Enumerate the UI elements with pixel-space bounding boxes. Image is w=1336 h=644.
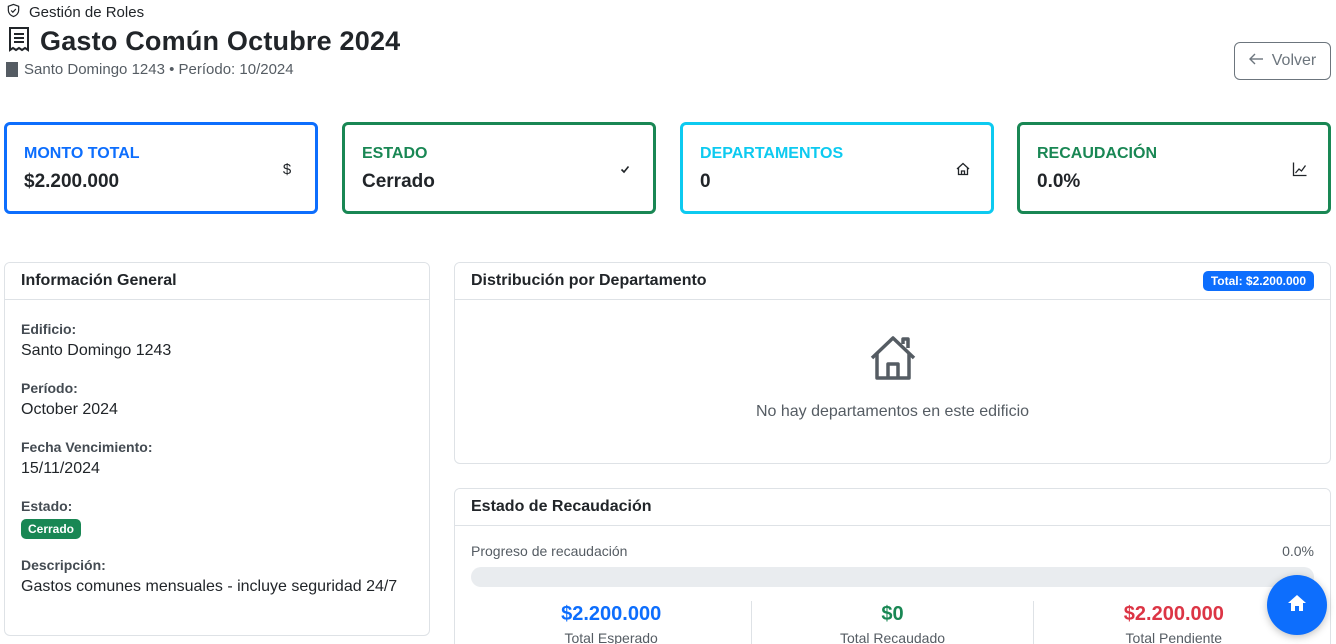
distribucion-card: Distribución por Departamento Total: $2.…	[454, 262, 1331, 464]
dollar-icon: $	[282, 160, 292, 178]
stat-card-monto-total: Monto Total $2.200.000 $	[4, 122, 318, 214]
card-header: Estado de Recaudación	[455, 489, 1330, 526]
chart-line-icon	[1292, 161, 1308, 177]
stat-card-recaudacion: Recaudación 0.0%	[1017, 122, 1331, 214]
stat-card-estado: Estado Cerrado	[342, 122, 656, 214]
total-badge: Total: $2.200.000	[1202, 271, 1314, 291]
summary-label: Total Esperado	[564, 630, 658, 644]
info-item-estado: Estado: Cerrado	[21, 497, 413, 539]
stat-label: Monto Total	[24, 145, 140, 162]
info-value: October 2024	[21, 401, 118, 418]
progress-bar	[471, 567, 1314, 587]
summary-recaudado: $0 Total Recaudado	[752, 601, 1034, 644]
progress-label: Progreso de recaudación	[471, 543, 628, 559]
progress-percent: 0.0%	[1282, 543, 1314, 559]
empty-state: No hay departamentos en este edificio	[455, 300, 1330, 421]
info-value: 15/11/2024	[21, 460, 100, 477]
subtitle-text: Santo Domingo 1243 • Período: 10/2024	[24, 61, 294, 78]
info-item-edificio: Edificio: Santo Domingo 1243	[21, 320, 413, 362]
info-item-periodo: Período: October 2024	[21, 379, 413, 421]
card-title: Distribución por Departamento	[471, 272, 707, 289]
stat-card-departamentos: Departamentos 0	[680, 122, 994, 214]
card-title: Información General	[21, 272, 177, 289]
info-label: Edificio:	[21, 321, 77, 337]
stat-label: Departamentos	[700, 145, 844, 162]
stat-value: 0	[700, 171, 711, 192]
summary-row: $2.200.000 Total Esperado $0 Total Recau…	[471, 601, 1314, 644]
info-item-descripcion: Descripción: Gastos comunes mensuales - …	[21, 556, 413, 598]
house-icon	[868, 332, 918, 387]
back-button[interactable]: Volver	[1234, 42, 1331, 80]
summary-esperado: $2.200.000 Total Esperado	[471, 601, 753, 644]
progress-header: Progreso de recaudación 0.0%	[455, 543, 1330, 559]
back-button-label: Volver	[1271, 52, 1317, 69]
stat-value: $2.200.000	[24, 171, 120, 192]
info-general-card: Información General Edificio: Santo Domi…	[4, 262, 430, 636]
breadcrumb[interactable]: Gestión de Roles	[6, 3, 144, 22]
breadcrumb-label: Gestión de Roles	[29, 4, 145, 21]
summary-value: $2.200.000	[561, 603, 662, 625]
receipt-icon	[6, 26, 32, 57]
card-header: Distribución por Departamento Total: $2.…	[455, 263, 1330, 300]
summary-label: Total Recaudado	[839, 630, 946, 644]
card-header: Información General	[5, 263, 429, 300]
stat-value: 0.0%	[1037, 171, 1081, 192]
status-badge: Cerrado	[21, 519, 82, 539]
info-label: Fecha Vencimiento:	[21, 439, 153, 455]
page-title-row: Gasto Común Octubre 2024	[6, 26, 400, 57]
info-label: Descripción:	[21, 557, 106, 573]
page-subtitle: Santo Domingo 1243 • Período: 10/2024	[6, 61, 294, 78]
recaudacion-card: Estado de Recaudación Progreso de recaud…	[454, 488, 1331, 644]
arrow-left-icon	[1248, 52, 1264, 70]
page-title: Gasto Común Octubre 2024	[40, 26, 401, 56]
home-fab-button[interactable]	[1267, 575, 1327, 635]
info-item-vencimiento: Fecha Vencimiento: 15/11/2024	[21, 438, 413, 480]
info-value: Gastos comunes mensuales - incluye segur…	[21, 578, 398, 595]
summary-label: Total Pendiente	[1125, 630, 1223, 644]
stat-label: Estado	[362, 145, 428, 162]
card-title: Estado de Recaudación	[471, 498, 652, 515]
summary-value: $0	[881, 603, 904, 625]
shield-icon	[6, 3, 21, 22]
stat-label: Recaudación	[1037, 145, 1157, 162]
info-value: Santo Domingo 1243	[21, 342, 172, 359]
house-icon	[955, 161, 971, 177]
info-label: Estado:	[21, 498, 73, 514]
building-icon	[6, 62, 18, 77]
stat-value: Cerrado	[362, 171, 435, 192]
empty-state-text: No hay departamentos en este edificio	[755, 403, 1030, 420]
house-icon	[1286, 592, 1308, 619]
check-icon	[617, 161, 633, 177]
info-label: Período:	[21, 380, 78, 396]
